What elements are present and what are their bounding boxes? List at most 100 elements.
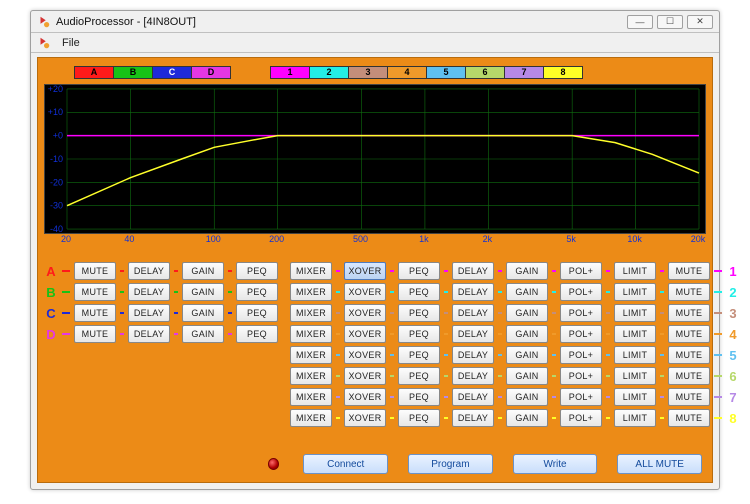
output-3-mixer-button[interactable]: MIXER xyxy=(290,304,332,322)
input-tab-b[interactable]: B xyxy=(113,66,153,79)
output-tab-6[interactable]: 6 xyxy=(465,66,505,79)
output-1-limit-button[interactable]: LIMIT xyxy=(614,262,656,280)
output-5-mute-button[interactable]: MUTE xyxy=(668,346,710,364)
output-tab-7[interactable]: 7 xyxy=(504,66,544,79)
minimize-button[interactable]: — xyxy=(627,15,653,29)
output-7-limit-button[interactable]: LIMIT xyxy=(614,388,656,406)
output-1-mute-button[interactable]: MUTE xyxy=(668,262,710,280)
input-a-mute-button[interactable]: MUTE xyxy=(74,262,116,280)
output-6-peq-button[interactable]: PEQ xyxy=(398,367,440,385)
input-b-peq-button[interactable]: PEQ xyxy=(236,283,278,301)
output-tab-8[interactable]: 8 xyxy=(543,66,583,79)
output-1-gain-button[interactable]: GAIN xyxy=(506,262,548,280)
output-7-xover-button[interactable]: XOVER xyxy=(344,388,386,406)
input-b-gain-button[interactable]: GAIN xyxy=(182,283,224,301)
output-3-mute-button[interactable]: MUTE xyxy=(668,304,710,322)
input-a-gain-button[interactable]: GAIN xyxy=(182,262,224,280)
output-3-xover-button[interactable]: XOVER xyxy=(344,304,386,322)
input-b-delay-button[interactable]: DELAY xyxy=(128,283,170,301)
output-2-peq-button[interactable]: PEQ xyxy=(398,283,440,301)
input-d-delay-button[interactable]: DELAY xyxy=(128,325,170,343)
output-1-polplus-button[interactable]: POL+ xyxy=(560,262,602,280)
output-1-delay-button[interactable]: DELAY xyxy=(452,262,494,280)
output-3-limit-button[interactable]: LIMIT xyxy=(614,304,656,322)
input-c-delay-button[interactable]: DELAY xyxy=(128,304,170,322)
output-8-peq-button[interactable]: PEQ xyxy=(398,409,440,427)
output-2-gain-button[interactable]: GAIN xyxy=(506,283,548,301)
input-b-mute-button[interactable]: MUTE xyxy=(74,283,116,301)
output-7-gain-button[interactable]: GAIN xyxy=(506,388,548,406)
output-4-mute-button[interactable]: MUTE xyxy=(668,325,710,343)
output-1-mixer-button[interactable]: MIXER xyxy=(290,262,332,280)
output-2-xover-button[interactable]: XOVER xyxy=(344,283,386,301)
output-7-polplus-button[interactable]: POL+ xyxy=(560,388,602,406)
output-3-delay-button[interactable]: DELAY xyxy=(452,304,494,322)
input-tab-c[interactable]: C xyxy=(152,66,192,79)
output-8-mixer-button[interactable]: MIXER xyxy=(290,409,332,427)
input-d-gain-button[interactable]: GAIN xyxy=(182,325,224,343)
output-5-mixer-button[interactable]: MIXER xyxy=(290,346,332,364)
input-c-mute-button[interactable]: MUTE xyxy=(74,304,116,322)
write-button[interactable]: Write xyxy=(513,454,598,474)
input-c-peq-button[interactable]: PEQ xyxy=(236,304,278,322)
output-7-mute-button[interactable]: MUTE xyxy=(668,388,710,406)
input-a-delay-button[interactable]: DELAY xyxy=(128,262,170,280)
close-button[interactable]: ✕ xyxy=(687,15,713,29)
output-2-delay-button[interactable]: DELAY xyxy=(452,283,494,301)
output-6-polplus-button[interactable]: POL+ xyxy=(560,367,602,385)
output-6-delay-button[interactable]: DELAY xyxy=(452,367,494,385)
output-4-gain-button[interactable]: GAIN xyxy=(506,325,548,343)
output-4-limit-button[interactable]: LIMIT xyxy=(614,325,656,343)
all-mute-button[interactable]: ALL MUTE xyxy=(617,454,702,474)
output-tab-2[interactable]: 2 xyxy=(309,66,349,79)
output-tab-4[interactable]: 4 xyxy=(387,66,427,79)
output-1-xover-button[interactable]: XOVER xyxy=(344,262,386,280)
output-8-polplus-button[interactable]: POL+ xyxy=(560,409,602,427)
output-8-limit-button[interactable]: LIMIT xyxy=(614,409,656,427)
output-2-polplus-button[interactable]: POL+ xyxy=(560,283,602,301)
maximize-button[interactable]: ☐ xyxy=(657,15,683,29)
output-2-limit-button[interactable]: LIMIT xyxy=(614,283,656,301)
output-4-mixer-button[interactable]: MIXER xyxy=(290,325,332,343)
output-3-polplus-button[interactable]: POL+ xyxy=(560,304,602,322)
program-button[interactable]: Program xyxy=(408,454,493,474)
output-5-limit-button[interactable]: LIMIT xyxy=(614,346,656,364)
output-5-xover-button[interactable]: XOVER xyxy=(344,346,386,364)
output-7-delay-button[interactable]: DELAY xyxy=(452,388,494,406)
input-a-peq-button[interactable]: PEQ xyxy=(236,262,278,280)
output-5-gain-button[interactable]: GAIN xyxy=(506,346,548,364)
output-2-mute-button[interactable]: MUTE xyxy=(668,283,710,301)
input-tab-d[interactable]: D xyxy=(191,66,231,79)
output-5-delay-button[interactable]: DELAY xyxy=(452,346,494,364)
input-tab-a[interactable]: A xyxy=(74,66,114,79)
output-tab-5[interactable]: 5 xyxy=(426,66,466,79)
output-5-peq-button[interactable]: PEQ xyxy=(398,346,440,364)
output-5-polplus-button[interactable]: POL+ xyxy=(560,346,602,364)
output-tab-1[interactable]: 1 xyxy=(270,66,310,79)
input-d-peq-button[interactable]: PEQ xyxy=(236,325,278,343)
output-2-mixer-button[interactable]: MIXER xyxy=(290,283,332,301)
output-7-mixer-button[interactable]: MIXER xyxy=(290,388,332,406)
connect-button[interactable]: Connect xyxy=(303,454,388,474)
output-tab-3[interactable]: 3 xyxy=(348,66,388,79)
output-8-delay-button[interactable]: DELAY xyxy=(452,409,494,427)
output-3-gain-button[interactable]: GAIN xyxy=(506,304,548,322)
output-6-xover-button[interactable]: XOVER xyxy=(344,367,386,385)
output-1-peq-button[interactable]: PEQ xyxy=(398,262,440,280)
output-8-gain-button[interactable]: GAIN xyxy=(506,409,548,427)
input-d-mute-button[interactable]: MUTE xyxy=(74,325,116,343)
output-4-xover-button[interactable]: XOVER xyxy=(344,325,386,343)
output-6-gain-button[interactable]: GAIN xyxy=(506,367,548,385)
output-6-mute-button[interactable]: MUTE xyxy=(668,367,710,385)
output-4-delay-button[interactable]: DELAY xyxy=(452,325,494,343)
output-6-mixer-button[interactable]: MIXER xyxy=(290,367,332,385)
output-4-polplus-button[interactable]: POL+ xyxy=(560,325,602,343)
output-6-limit-button[interactable]: LIMIT xyxy=(614,367,656,385)
output-4-peq-button[interactable]: PEQ xyxy=(398,325,440,343)
output-7-peq-button[interactable]: PEQ xyxy=(398,388,440,406)
output-8-mute-button[interactable]: MUTE xyxy=(668,409,710,427)
menu-file[interactable]: File xyxy=(56,35,86,51)
input-c-gain-button[interactable]: GAIN xyxy=(182,304,224,322)
output-8-xover-button[interactable]: XOVER xyxy=(344,409,386,427)
output-3-peq-button[interactable]: PEQ xyxy=(398,304,440,322)
